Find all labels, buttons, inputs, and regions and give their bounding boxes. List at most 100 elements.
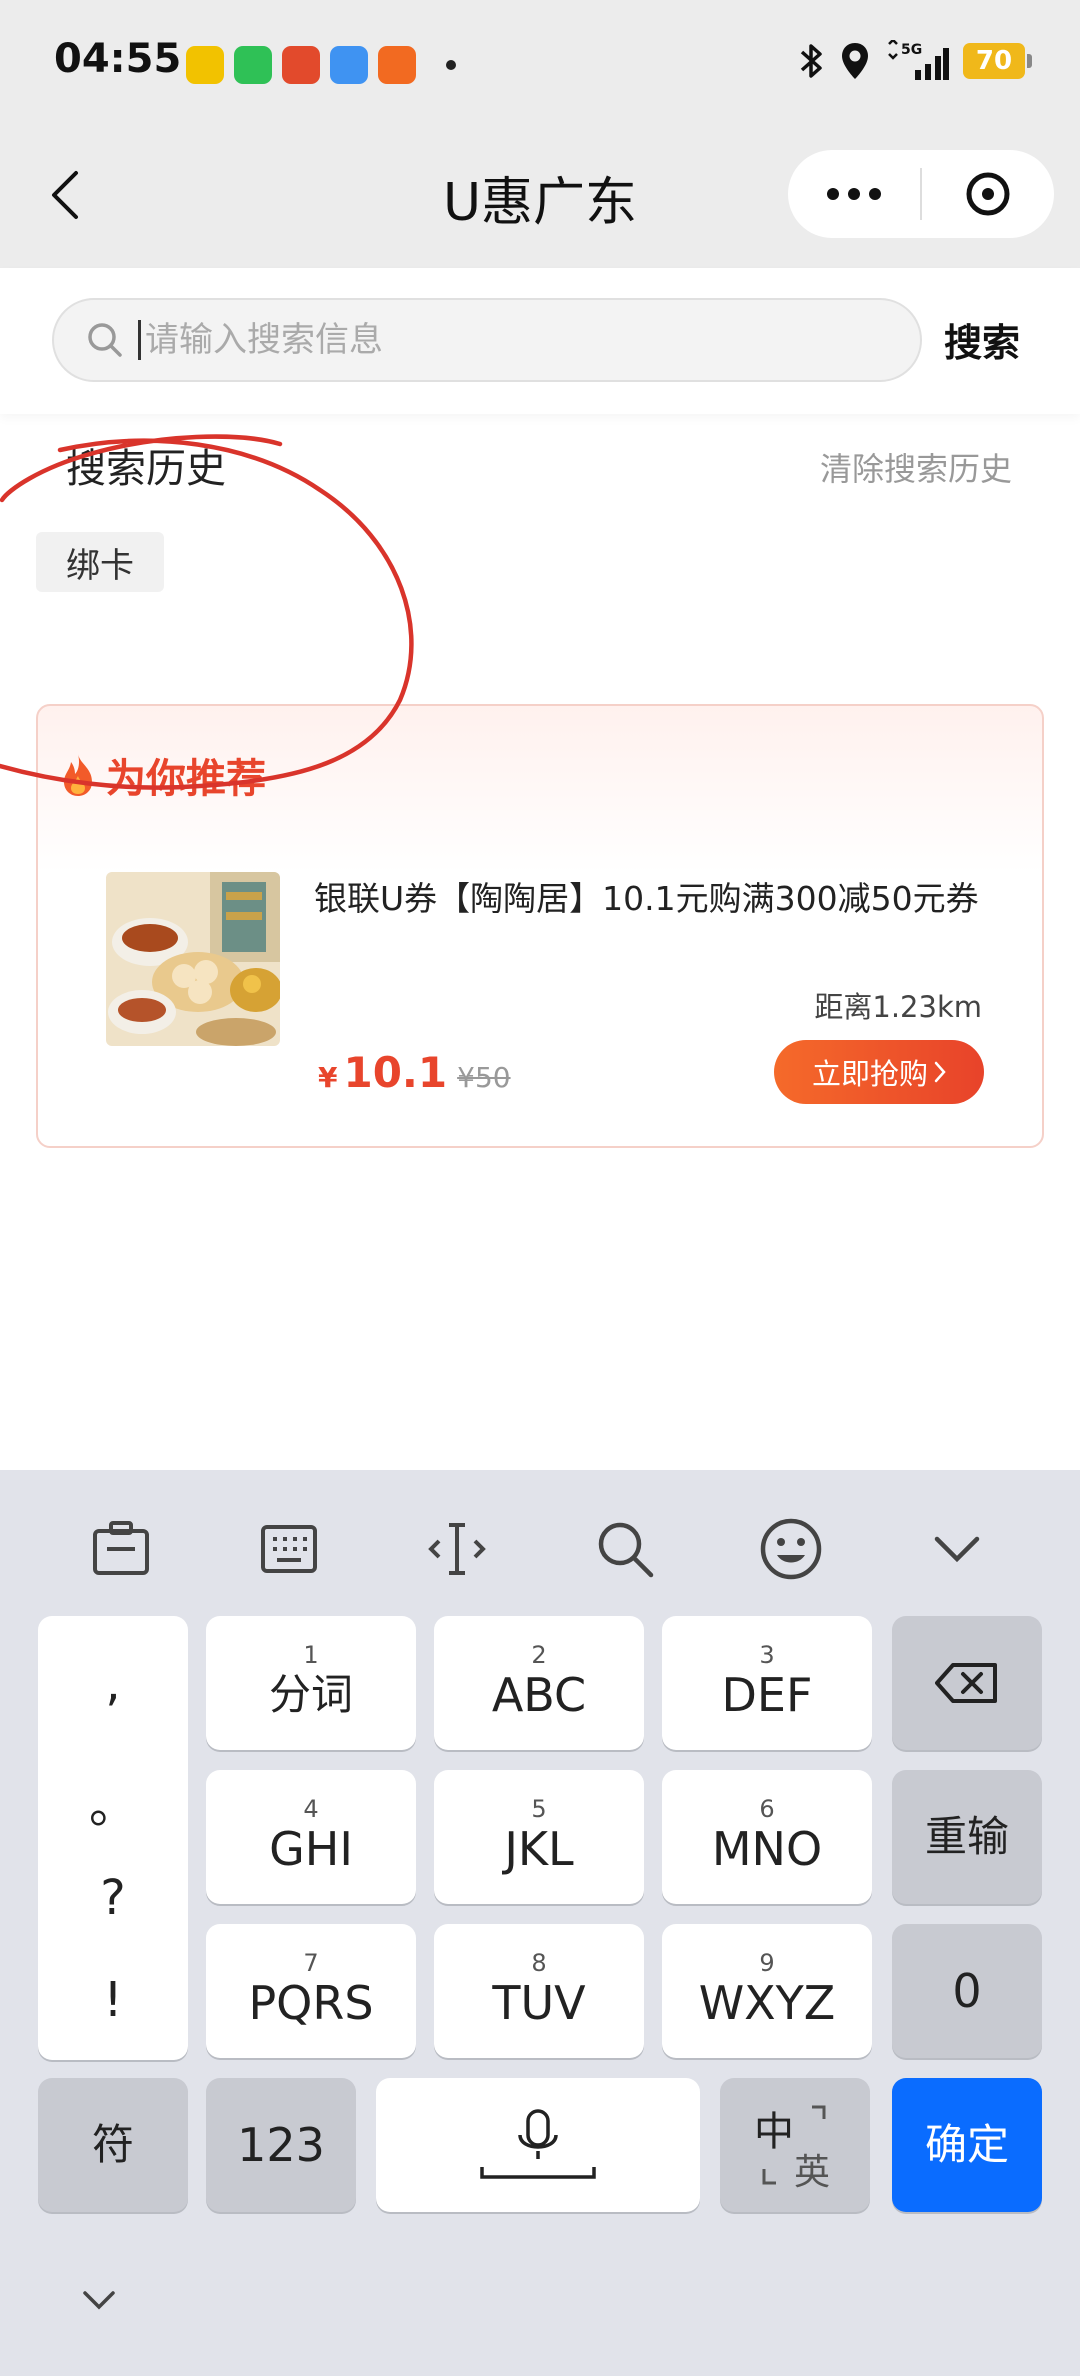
- key-8-label: TUV: [492, 1976, 586, 2030]
- key-0-label: 0: [952, 1964, 982, 2018]
- more-button[interactable]: [788, 150, 920, 238]
- key-3-label: DEF: [721, 1668, 813, 1722]
- key-7[interactable]: 7 PQRS: [206, 1924, 416, 2058]
- bracket-corners-icon: [762, 2105, 826, 2185]
- battery-tip: [1027, 54, 1032, 68]
- key-6-label: MNO: [711, 1822, 823, 1876]
- history-tag[interactable]: 绑卡: [36, 532, 164, 592]
- store-app-icon: [378, 46, 416, 84]
- emoji-button[interactable]: [756, 1514, 826, 1584]
- keyboard-icon: [261, 1525, 317, 1573]
- keyboard-switch-button[interactable]: [254, 1514, 324, 1584]
- key-2[interactable]: 2 ABC: [434, 1616, 644, 1750]
- backspace-icon: [935, 1663, 997, 1703]
- number-key[interactable]: 123: [206, 2078, 356, 2212]
- magnifier-icon: [598, 1522, 654, 1578]
- punct-exclaim[interactable]: !: [38, 1972, 188, 2028]
- key-2-label: ABC: [491, 1668, 587, 1722]
- space-voice-key[interactable]: [376, 2078, 700, 2212]
- price-row: ¥ 10.1 ¥50: [318, 1048, 511, 1097]
- key-7-num: 7: [303, 1949, 319, 1977]
- notification-icons: [186, 46, 456, 84]
- keyboard-toolbar: [0, 1470, 1080, 1620]
- keyboard-search-button[interactable]: [590, 1514, 660, 1584]
- chevron-down-icon: [934, 1536, 980, 1563]
- location-icon: [842, 43, 868, 79]
- signal-icon: 5G: [888, 40, 949, 80]
- clipboard-icon: [93, 1521, 149, 1575]
- cursor-icon: [428, 1523, 486, 1575]
- battery-level: 70: [963, 43, 1025, 79]
- punct-comma[interactable]: ,: [38, 1656, 188, 1712]
- confirm-key[interactable]: 确定: [892, 2078, 1042, 2212]
- close-circle-icon: [966, 172, 1010, 216]
- takeout-app-icon: [282, 46, 320, 84]
- confirm-key-label: 确定: [924, 2120, 1009, 2169]
- product-distance: 距离1.23km: [814, 990, 982, 1024]
- status-right: 5G 70: [799, 40, 1032, 82]
- status-time: 04:55: [54, 36, 182, 82]
- search-box[interactable]: [52, 298, 922, 382]
- punctuation-column[interactable]: , 。 ? !: [38, 1616, 188, 2060]
- language-switch-glyph: 中 英: [740, 2095, 850, 2195]
- network-label: 5G: [901, 42, 922, 58]
- key-9[interactable]: 9 WXYZ: [662, 1924, 872, 2058]
- product-image[interactable]: [106, 872, 280, 1046]
- close-mini-program-button[interactable]: [922, 150, 1054, 238]
- more-notifications-dot: [446, 60, 456, 70]
- punct-period[interactable]: 。: [38, 1766, 188, 1836]
- backspace-key[interactable]: [892, 1616, 1042, 1750]
- original-price: ¥50: [457, 1061, 511, 1094]
- key-5[interactable]: 5 JKL: [434, 1770, 644, 1904]
- key-7-label: PQRS: [248, 1976, 374, 2030]
- symbol-key[interactable]: 符: [38, 2078, 188, 2212]
- language-switch-key[interactable]: 中 英: [720, 2078, 870, 2212]
- key-5-num: 5: [531, 1795, 547, 1823]
- key-3-num: 3: [759, 1641, 775, 1669]
- search-button[interactable]: 搜索: [944, 312, 1020, 367]
- buy-now-button[interactable]: 立即抢购: [774, 1040, 984, 1104]
- reinput-key[interactable]: 重输: [892, 1770, 1042, 1904]
- collapse-keyboard-button[interactable]: [82, 2290, 116, 2314]
- key-6[interactable]: 6 MNO: [662, 1770, 872, 1904]
- search-icon: [88, 323, 122, 357]
- dim-sum-image: [106, 872, 280, 1046]
- copy-app-icon: [186, 46, 224, 84]
- key-8-num: 8: [531, 1949, 547, 1977]
- message-app-icon: [234, 46, 272, 84]
- cursor-edit-button[interactable]: [422, 1514, 492, 1584]
- battery: 70: [963, 43, 1032, 79]
- recommend-card: 为你推荐 银联U券【陶陶居】10.1元购满300减50元券 距离1.23km ¥…: [36, 704, 1044, 1148]
- price-currency: ¥: [318, 1061, 338, 1094]
- clear-history-button[interactable]: 清除搜索历史: [820, 444, 1012, 490]
- chevron-right-icon: [934, 1061, 946, 1083]
- emoji-icon: [760, 1518, 822, 1580]
- symbol-key-label: 符: [91, 2120, 134, 2169]
- search-bar: 搜索: [0, 268, 1080, 414]
- key-0[interactable]: 0: [892, 1924, 1042, 2058]
- mini-program-capsule: [788, 150, 1054, 238]
- key-8[interactable]: 8 TUV: [434, 1924, 644, 2058]
- bluetooth-icon: [800, 44, 822, 78]
- key-1[interactable]: 1 分词: [206, 1616, 416, 1750]
- weather-app-icon: [330, 46, 368, 84]
- recommend-title: 为你推荐: [106, 756, 266, 802]
- key-2-num: 2: [531, 1641, 547, 1669]
- history-title: 搜索历史: [66, 446, 226, 492]
- search-input[interactable]: [138, 320, 898, 360]
- key-6-num: 6: [759, 1795, 775, 1823]
- more-dots-icon: [827, 188, 881, 200]
- screen: 04:55 5G 70 U惠广东 请输入搜索信息 搜索 搜索历史 清除搜索历史 …: [0, 0, 1080, 2376]
- hide-keyboard-button[interactable]: [922, 1514, 992, 1584]
- fire-icon: [64, 754, 92, 796]
- punct-question[interactable]: ?: [38, 1870, 188, 1926]
- key-4-label: GHI: [269, 1822, 353, 1876]
- clipboard-button[interactable]: [86, 1514, 156, 1584]
- key-3[interactable]: 3 DEF: [662, 1616, 872, 1750]
- microphone-icon: [480, 2109, 596, 2179]
- key-4[interactable]: 4 GHI: [206, 1770, 416, 1904]
- product-name[interactable]: 银联U券【陶陶居】10.1元购满300减50元券: [314, 870, 1014, 928]
- buy-now-label: 立即抢购: [811, 1057, 928, 1091]
- key-9-label: WXYZ: [698, 1976, 836, 2030]
- ime-keyboard: , 。 ? ! 1 分词 2 ABC 3 DEF 4 GHI 5 JKL 6 M…: [0, 1470, 1080, 2376]
